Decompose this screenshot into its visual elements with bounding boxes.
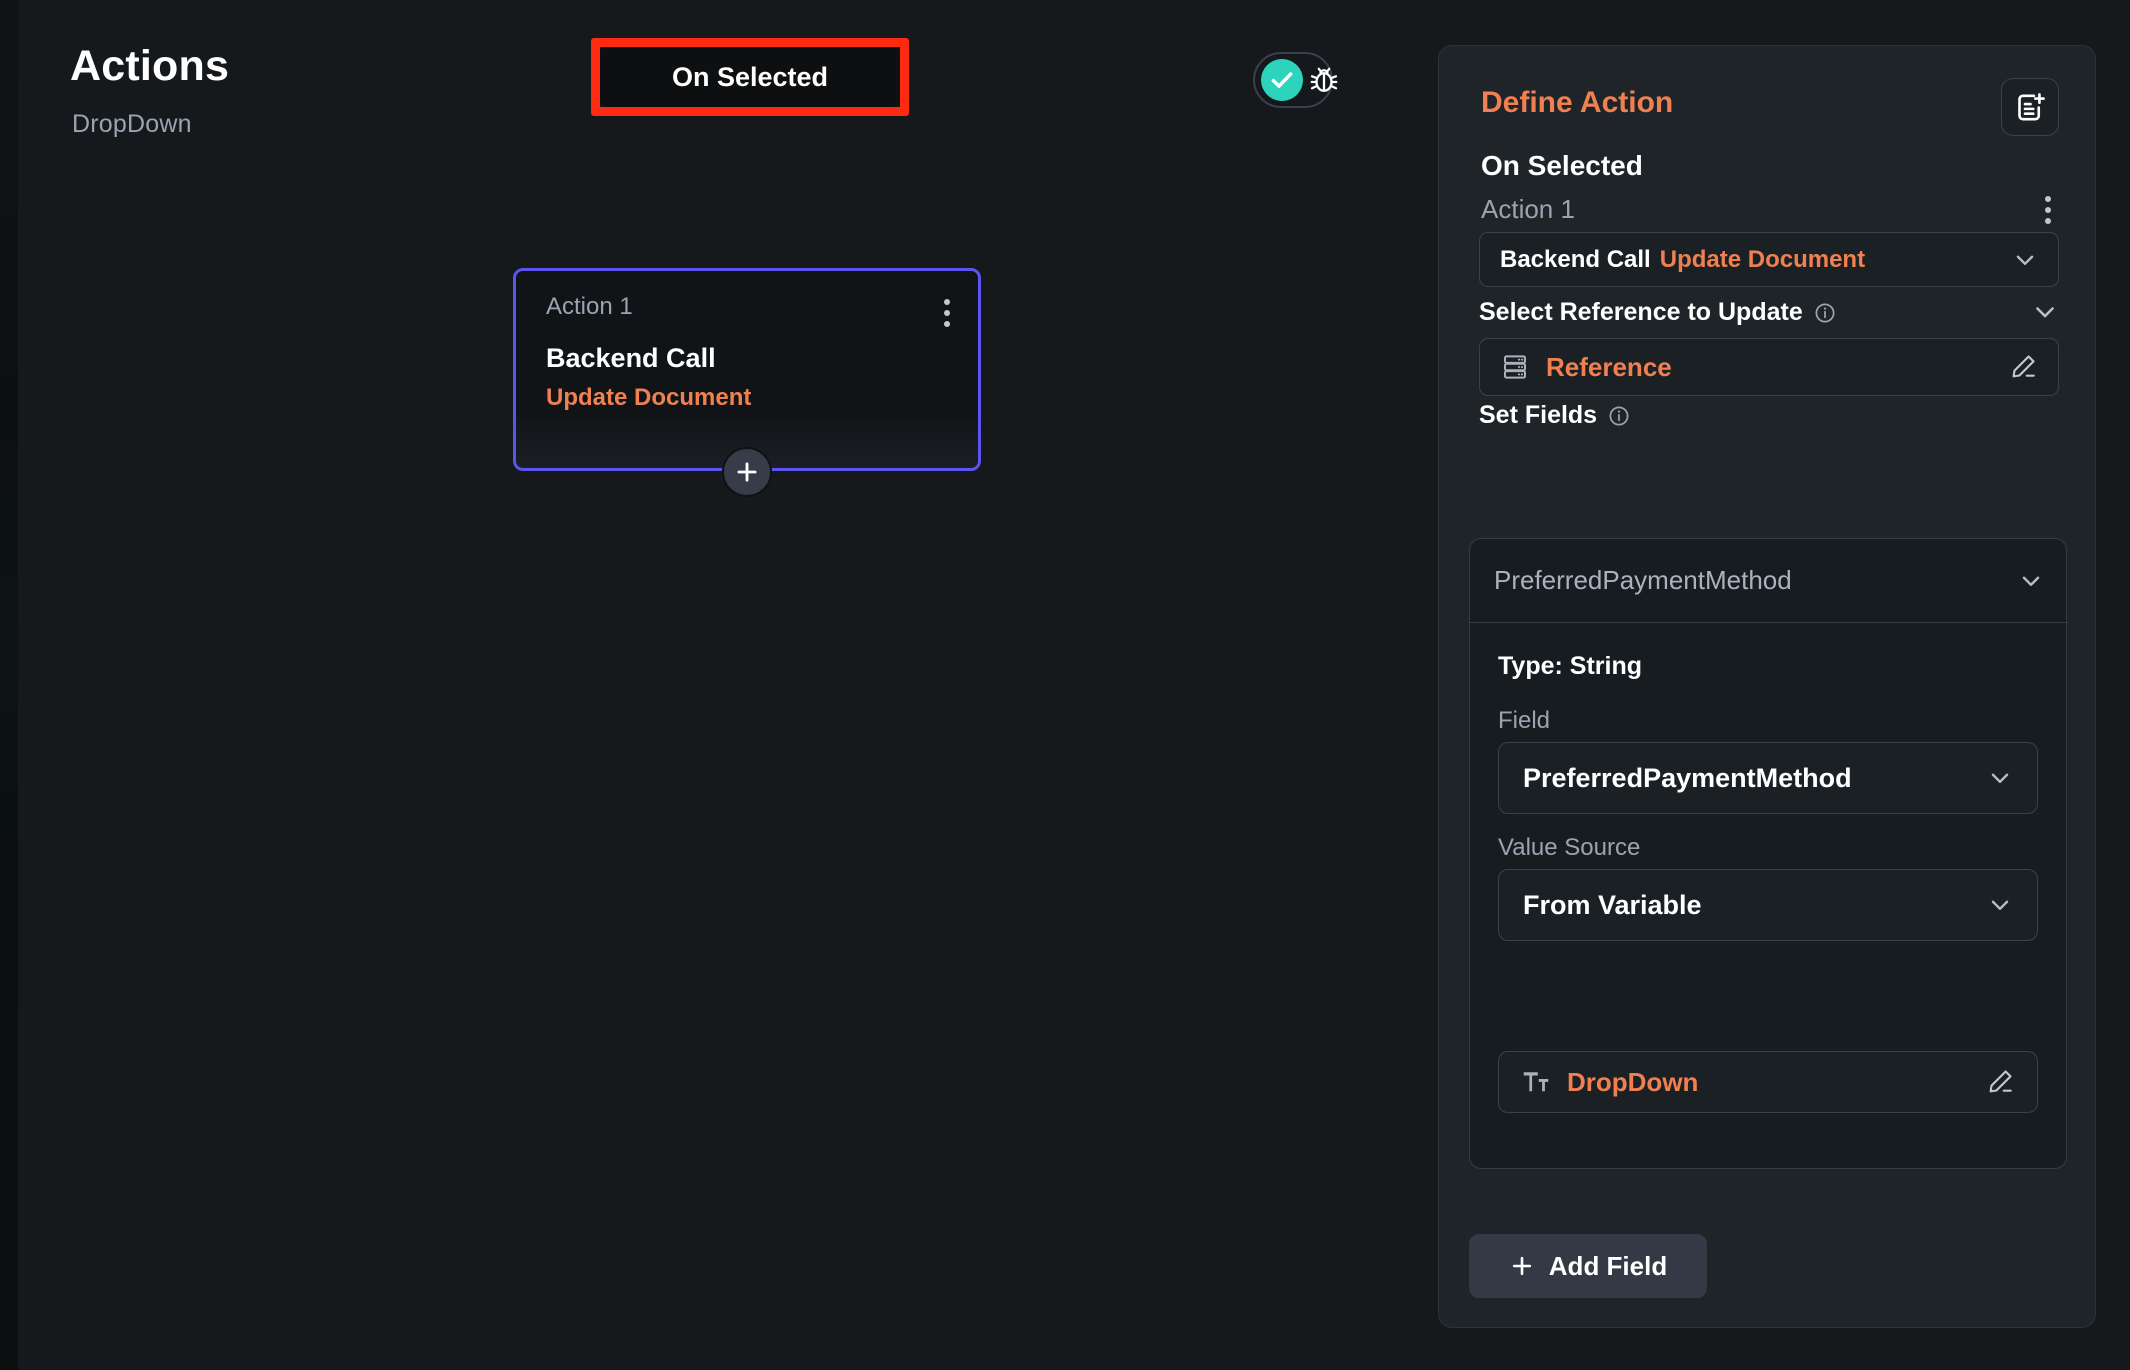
tab-on-selected-label: On Selected bbox=[671, 61, 829, 92]
field-picker-value: PreferredPaymentMethod bbox=[1494, 565, 1792, 595]
check-icon[interactable] bbox=[1261, 59, 1303, 101]
panel-title: Define Action bbox=[1481, 86, 1674, 119]
page-title: Actions bbox=[70, 42, 230, 90]
field-value-text: PreferredPaymentMethod bbox=[1523, 762, 1852, 793]
action-card[interactable]: Action 1 Backend Call Update Document bbox=[513, 268, 981, 471]
field-type-text: Type: String bbox=[1498, 652, 1642, 680]
variable-row[interactable]: DropDown bbox=[1498, 1051, 2038, 1113]
define-action-panel: Define Action On Selected Action 1 Backe… bbox=[1438, 45, 2096, 1328]
action-card-index-label: Action 1 bbox=[546, 293, 633, 320]
field-value-select[interactable]: PreferredPaymentMethod bbox=[1498, 742, 2038, 814]
add-field-label: Add Field bbox=[1548, 1250, 1668, 1281]
add-action-button[interactable] bbox=[722, 447, 772, 497]
kebab-menu-icon[interactable] bbox=[940, 295, 954, 331]
set-fields-section-header: Set Fields bbox=[1479, 401, 1630, 430]
page-subtitle: DropDown bbox=[72, 110, 192, 138]
value-source-select[interactable]: From Variable bbox=[1498, 869, 2038, 941]
plus-icon bbox=[1512, 1256, 1531, 1276]
reference-row[interactable]: Reference bbox=[1479, 338, 2059, 396]
left-edge-strip bbox=[0, 0, 18, 1370]
action-card-title: Backend Call bbox=[546, 343, 716, 373]
preview-debug-toggle[interactable] bbox=[1253, 52, 1338, 108]
variable-row-label: DropDown bbox=[1567, 1066, 1699, 1097]
action-type-label: Backend Call bbox=[1500, 245, 1651, 273]
action-operation-label: Update Document bbox=[1659, 245, 1866, 273]
pencil-icon[interactable] bbox=[2008, 352, 2038, 382]
info-icon[interactable] bbox=[1608, 405, 1630, 427]
action-card-subtitle: Update Document bbox=[546, 384, 752, 411]
action-type-select[interactable]: Backend Call Update Document bbox=[1479, 232, 2059, 287]
plus-icon bbox=[737, 462, 757, 482]
bug-icon[interactable] bbox=[1308, 64, 1340, 96]
app-root: Actions DropDown On Selected Action 1 Ba… bbox=[0, 0, 2130, 1370]
chevron-down-icon bbox=[2022, 576, 2040, 586]
database-icon bbox=[1504, 355, 1526, 379]
field-label: Field bbox=[1498, 707, 1551, 734]
info-icon[interactable] bbox=[1814, 302, 1836, 324]
reference-section-title: Select Reference to Update bbox=[1479, 298, 1803, 326]
chevron-down-icon bbox=[1991, 900, 2009, 910]
panel-kebab-menu-icon[interactable] bbox=[2041, 192, 2055, 228]
note-add-icon[interactable] bbox=[2001, 78, 2059, 136]
reference-section-header[interactable]: Select Reference to Update bbox=[1479, 298, 1836, 327]
value-source-text: From Variable bbox=[1523, 889, 1702, 920]
add-field-button[interactable]: Add Field bbox=[1469, 1234, 1707, 1298]
chevron-down-icon bbox=[2016, 255, 2034, 265]
pencil-icon[interactable] bbox=[1985, 1067, 2015, 1097]
set-fields-group: PreferredPaymentMethod Type: String Fiel… bbox=[1469, 538, 2068, 1169]
reference-section-collapse-icon[interactable] bbox=[2031, 298, 2059, 326]
text-format-icon bbox=[1523, 1072, 1549, 1092]
panel-action-label: Action 1 bbox=[1481, 194, 1575, 224]
field-picker-select[interactable]: PreferredPaymentMethod bbox=[1470, 539, 2068, 623]
chevron-down-icon bbox=[1991, 773, 2009, 783]
reference-row-label: Reference bbox=[1546, 351, 1672, 382]
set-fields-section-title: Set Fields bbox=[1479, 401, 1598, 429]
tab-on-selected[interactable]: On Selected bbox=[600, 47, 900, 107]
panel-trigger-name: On Selected bbox=[1481, 150, 1643, 181]
value-source-label: Value Source bbox=[1498, 834, 1641, 861]
